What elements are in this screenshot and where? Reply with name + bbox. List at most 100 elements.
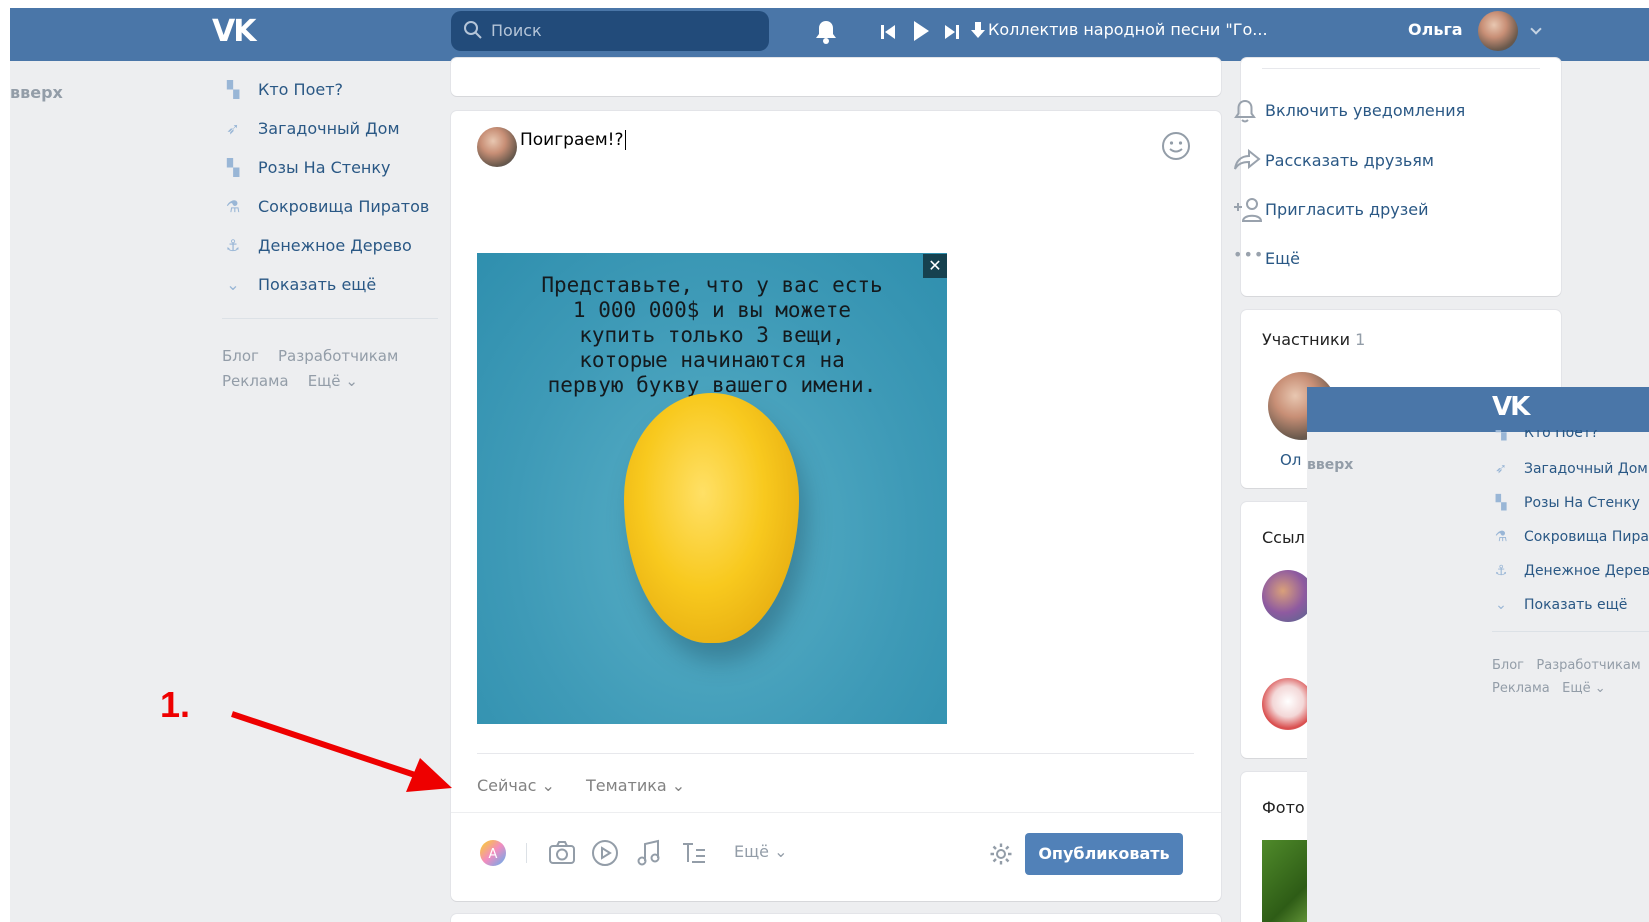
annotation-arrow — [231, 711, 452, 792]
play-icon[interactable] — [912, 20, 930, 42]
nav-item-label: Сокровища Пиратов — [258, 197, 430, 216]
flask-icon: ⚗ — [225, 197, 241, 216]
footer-link-dev[interactable]: Разработчикам — [1536, 658, 1640, 673]
top-header: VK Поиск Коллектив народной песни "Го...… — [10, 8, 1649, 61]
more-icon: ••• — [1233, 245, 1265, 264]
user-name[interactable]: Ольга — [1408, 20, 1463, 39]
nav-item-zagadochny-dom[interactable]: ➶ Загадочный Дом — [222, 119, 400, 138]
search-input[interactable]: Поиск — [451, 11, 769, 51]
annotation-label: 1. — [160, 684, 191, 725]
composer-divider — [477, 753, 1194, 754]
overlay-divider — [1492, 631, 1649, 632]
chevron-down-icon[interactable] — [1530, 23, 1542, 35]
article-icon[interactable] — [681, 840, 707, 866]
left-nav-divider — [222, 318, 438, 319]
more-actions-item[interactable]: ••• Ещё — [1233, 245, 1300, 268]
scroll-to-top[interactable]: вверх — [10, 83, 63, 102]
members-title[interactable]: Участники 1 — [1262, 330, 1365, 349]
next-post-card — [451, 914, 1221, 922]
camera-icon[interactable] — [548, 840, 576, 866]
flask-icon: ⚗ — [1494, 529, 1508, 545]
bell-icon[interactable] — [814, 19, 838, 45]
download-icon[interactable] — [970, 21, 986, 41]
post-text-input[interactable]: Поиграем!? — [520, 130, 626, 150]
lemon-image — [624, 393, 799, 643]
nav-item-label: Показать ещё — [258, 275, 377, 294]
nav-item-show-more[interactable]: ⌄ Показать ещё — [222, 275, 376, 294]
apps-icon: ▚ — [226, 158, 240, 177]
topic-dropdown[interactable]: Тематика ⌄ — [586, 776, 685, 795]
toolbar-divider — [451, 812, 1221, 813]
overlay-header: VK — [1307, 387, 1649, 432]
nav-item-sokrovishcha[interactable]: ⚗ Сокровища Пиратов — [222, 197, 429, 216]
links-title[interactable]: Ссыл — [1262, 528, 1305, 547]
nav-item-kto-poet[interactable]: ▚ Кто Поет? — [222, 80, 343, 99]
publish-button[interactable]: Опубликовать — [1025, 833, 1183, 875]
apps-icon: ▚ — [1495, 430, 1507, 441]
video-icon[interactable] — [591, 839, 619, 867]
footer-link-more[interactable]: Ещё — [1562, 681, 1590, 696]
more-attachments-button[interactable]: Ещё ⌄ — [734, 842, 788, 861]
attached-photo[interactable]: Представьте, что у вас есть 1 000 000$ и… — [477, 253, 947, 724]
overlay-footer-row1: Блог Разработчикам — [1492, 658, 1641, 673]
nav-item-denezhnoe-derevo[interactable]: ⚓ Денежное Дерево — [222, 236, 412, 255]
previous-post-card — [451, 58, 1221, 96]
audio-track-title[interactable]: Коллектив народной песни "Го... — [988, 20, 1268, 39]
footer-link-ads[interactable]: Реклама — [222, 372, 289, 390]
vk-page: VK Поиск Коллектив народной песни "Го...… — [10, 8, 1649, 922]
chevron-down-icon: ⌄ — [1495, 597, 1507, 613]
emoji-icon[interactable] — [1161, 131, 1191, 161]
publish-time-dropdown[interactable]: Сейчас ⌄ — [477, 776, 555, 795]
composer-avatar — [477, 127, 517, 167]
bell-icon — [1234, 99, 1256, 123]
previous-track-icon[interactable] — [880, 23, 896, 41]
overlay-nav-item[interactable]: ⌄ Показать ещё — [1492, 597, 1627, 613]
user-avatar[interactable] — [1478, 11, 1518, 51]
overlay-nav-item[interactable]: ⚗Сокровища Пиратов — [1492, 529, 1649, 545]
search-placeholder: Поиск — [491, 21, 542, 40]
rocket-icon: ➶ — [226, 119, 240, 138]
actions-divider — [1262, 68, 1540, 69]
footer-links-row2: Реклама Ещё ⌄ — [222, 372, 358, 390]
invite-friends-item[interactable]: Пригласить друзей — [1234, 198, 1429, 222]
member-name[interactable]: Ол — [1280, 451, 1301, 469]
footer-link-ads[interactable]: Реклама — [1492, 681, 1550, 696]
nav-item-label: Денежное Дерево — [258, 236, 412, 255]
svg-text:A: A — [489, 847, 498, 862]
share-icon — [1234, 148, 1261, 170]
next-track-icon[interactable] — [944, 23, 960, 41]
nav-item-label: Кто Поет? — [258, 80, 344, 99]
footer-link-dev[interactable]: Разработчикам — [278, 347, 398, 365]
vk-logo[interactable]: VK — [212, 14, 256, 49]
settings-gear-icon[interactable] — [989, 842, 1013, 866]
nav-item-rozy[interactable]: ▚ Розы На Стенку — [222, 158, 391, 177]
search-icon — [464, 21, 482, 39]
art-theme-icon[interactable]: A — [479, 839, 507, 867]
overlay-scroll-to-top[interactable]: вверх — [1307, 457, 1353, 473]
nav-item-label: Розы На Стенку — [258, 158, 391, 177]
overlay-nav-item[interactable]: ➶ Загадочный Дом — [1492, 461, 1648, 477]
nav-item-label: Загадочный Дом — [258, 119, 400, 138]
footer-link-more[interactable]: Ещё — [308, 372, 341, 390]
overlay-footer-row2: Реклама Ещё ⌄ — [1492, 681, 1606, 696]
apps-icon: ▚ — [1495, 495, 1507, 511]
overlay-nav-item[interactable]: ▚ Розы На Стенку — [1492, 495, 1640, 511]
overlay-nav-item[interactable]: ▚ Кто Поет? — [1492, 430, 1599, 442]
photos-title[interactable]: Фото — [1262, 798, 1305, 817]
anchor-icon: ⚓ — [1494, 563, 1508, 579]
chevron-down-icon: ⌄ — [226, 275, 240, 294]
remove-photo-close-icon[interactable]: ✕ — [923, 254, 947, 278]
tell-friends-item[interactable]: Рассказать друзьям — [1234, 148, 1434, 170]
vk-logo[interactable]: VK — [1492, 392, 1530, 422]
rocket-icon: ➶ — [1495, 461, 1507, 477]
footer-link-blog[interactable]: Блог — [1492, 658, 1524, 673]
overlay-nav-item[interactable]: ⚓ Денежное Дерево — [1492, 563, 1649, 579]
apps-icon: ▚ — [226, 80, 240, 99]
footer-link-blog[interactable]: Блог — [222, 347, 259, 365]
enable-notifications-item[interactable]: Включить уведомления — [1234, 99, 1465, 123]
footer-links-row1: Блог Разработчикам — [222, 347, 398, 365]
anchor-icon: ⚓ — [225, 236, 241, 255]
photo-caption: Представьте, что у вас есть 1 000 000$ и… — [541, 273, 883, 397]
add-user-icon — [1234, 198, 1263, 222]
music-icon[interactable] — [636, 839, 662, 867]
